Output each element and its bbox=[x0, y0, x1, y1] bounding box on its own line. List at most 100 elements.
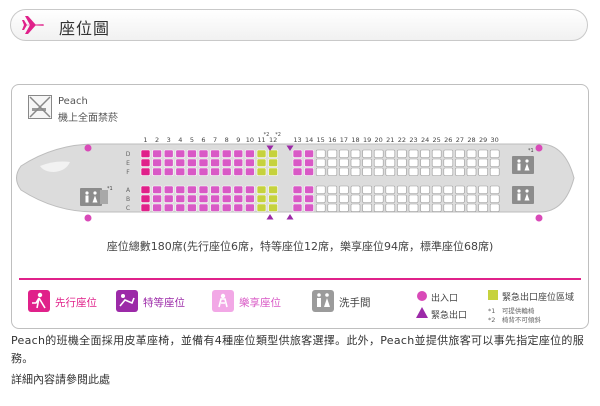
seat[interactable] bbox=[210, 194, 220, 203]
seat[interactable] bbox=[455, 185, 465, 194]
seat[interactable] bbox=[455, 149, 465, 158]
seat[interactable] bbox=[373, 167, 384, 176]
seat[interactable] bbox=[373, 185, 384, 194]
seat[interactable] bbox=[408, 167, 419, 176]
seat[interactable] bbox=[187, 158, 197, 167]
seat[interactable] bbox=[489, 185, 500, 194]
seat[interactable] bbox=[397, 185, 407, 194]
seat[interactable] bbox=[385, 194, 396, 203]
seat[interactable] bbox=[327, 203, 338, 212]
seat[interactable] bbox=[292, 167, 303, 176]
seat[interactable] bbox=[420, 185, 430, 194]
seat[interactable] bbox=[420, 194, 430, 203]
seat[interactable] bbox=[256, 149, 267, 158]
seat[interactable] bbox=[163, 194, 174, 203]
seat[interactable] bbox=[362, 149, 372, 158]
seat[interactable] bbox=[256, 158, 267, 167]
seat[interactable] bbox=[420, 167, 430, 176]
seat[interactable] bbox=[268, 185, 278, 194]
seat[interactable] bbox=[140, 194, 151, 203]
seat[interactable] bbox=[362, 203, 372, 212]
seat[interactable] bbox=[397, 158, 407, 167]
seat[interactable] bbox=[233, 149, 244, 158]
seat[interactable] bbox=[408, 203, 419, 212]
seat[interactable] bbox=[315, 167, 326, 176]
seat[interactable] bbox=[210, 149, 220, 158]
seat[interactable] bbox=[187, 149, 197, 158]
seat[interactable] bbox=[385, 149, 396, 158]
seat[interactable] bbox=[221, 203, 232, 212]
seat[interactable] bbox=[327, 185, 338, 194]
seat[interactable] bbox=[140, 149, 151, 158]
seat[interactable] bbox=[466, 203, 477, 212]
seat[interactable] bbox=[175, 203, 186, 212]
seat[interactable] bbox=[152, 194, 162, 203]
seat[interactable] bbox=[140, 167, 151, 176]
seat[interactable] bbox=[198, 167, 209, 176]
seat[interactable] bbox=[339, 203, 349, 212]
seat[interactable] bbox=[256, 203, 267, 212]
seat[interactable] bbox=[489, 203, 500, 212]
seat[interactable] bbox=[339, 149, 349, 158]
seat[interactable] bbox=[478, 194, 488, 203]
seat[interactable] bbox=[466, 167, 477, 176]
seat[interactable] bbox=[221, 167, 232, 176]
seat[interactable] bbox=[233, 203, 244, 212]
seat[interactable] bbox=[256, 167, 267, 176]
seat[interactable] bbox=[362, 167, 372, 176]
seat[interactable] bbox=[268, 158, 278, 167]
seat[interactable] bbox=[339, 167, 349, 176]
seat[interactable] bbox=[443, 185, 454, 194]
seat[interactable] bbox=[466, 185, 477, 194]
seat[interactable] bbox=[221, 149, 232, 158]
seat[interactable] bbox=[431, 149, 442, 158]
seat[interactable] bbox=[385, 203, 396, 212]
seat[interactable] bbox=[489, 149, 500, 158]
seat[interactable] bbox=[373, 149, 384, 158]
seat[interactable] bbox=[175, 167, 186, 176]
seat[interactable] bbox=[466, 194, 477, 203]
seat[interactable] bbox=[245, 149, 255, 158]
seat[interactable] bbox=[187, 167, 197, 176]
seat[interactable] bbox=[478, 185, 488, 194]
seat[interactable] bbox=[443, 194, 454, 203]
seat[interactable] bbox=[443, 158, 454, 167]
seat[interactable] bbox=[304, 194, 314, 203]
seat[interactable] bbox=[304, 158, 314, 167]
seat[interactable] bbox=[420, 149, 430, 158]
seat[interactable] bbox=[163, 185, 174, 194]
seat[interactable] bbox=[187, 203, 197, 212]
seat[interactable] bbox=[489, 158, 500, 167]
seat[interactable] bbox=[397, 149, 407, 158]
seat[interactable] bbox=[350, 158, 361, 167]
seat[interactable] bbox=[373, 203, 384, 212]
seat[interactable] bbox=[152, 158, 162, 167]
seat[interactable] bbox=[163, 158, 174, 167]
seat[interactable] bbox=[362, 194, 372, 203]
seat[interactable] bbox=[362, 185, 372, 194]
seat[interactable] bbox=[315, 185, 326, 194]
seat[interactable] bbox=[198, 194, 209, 203]
seat[interactable] bbox=[304, 185, 314, 194]
seat[interactable] bbox=[327, 149, 338, 158]
seat[interactable] bbox=[443, 203, 454, 212]
seat[interactable] bbox=[466, 149, 477, 158]
seat[interactable] bbox=[175, 185, 186, 194]
seat[interactable] bbox=[339, 158, 349, 167]
seat[interactable] bbox=[304, 149, 314, 158]
seat[interactable] bbox=[397, 167, 407, 176]
seat[interactable] bbox=[385, 167, 396, 176]
seat[interactable] bbox=[327, 194, 338, 203]
seat[interactable] bbox=[187, 194, 197, 203]
seat[interactable] bbox=[478, 167, 488, 176]
details-link[interactable]: 詳細內容請參閱此處 bbox=[11, 371, 110, 387]
seat[interactable] bbox=[210, 167, 220, 176]
seat[interactable] bbox=[397, 194, 407, 203]
seat[interactable] bbox=[408, 158, 419, 167]
seat[interactable] bbox=[245, 167, 255, 176]
seat[interactable] bbox=[455, 158, 465, 167]
seat[interactable] bbox=[292, 194, 303, 203]
seat[interactable] bbox=[233, 167, 244, 176]
seat[interactable] bbox=[315, 158, 326, 167]
seat[interactable] bbox=[373, 158, 384, 167]
